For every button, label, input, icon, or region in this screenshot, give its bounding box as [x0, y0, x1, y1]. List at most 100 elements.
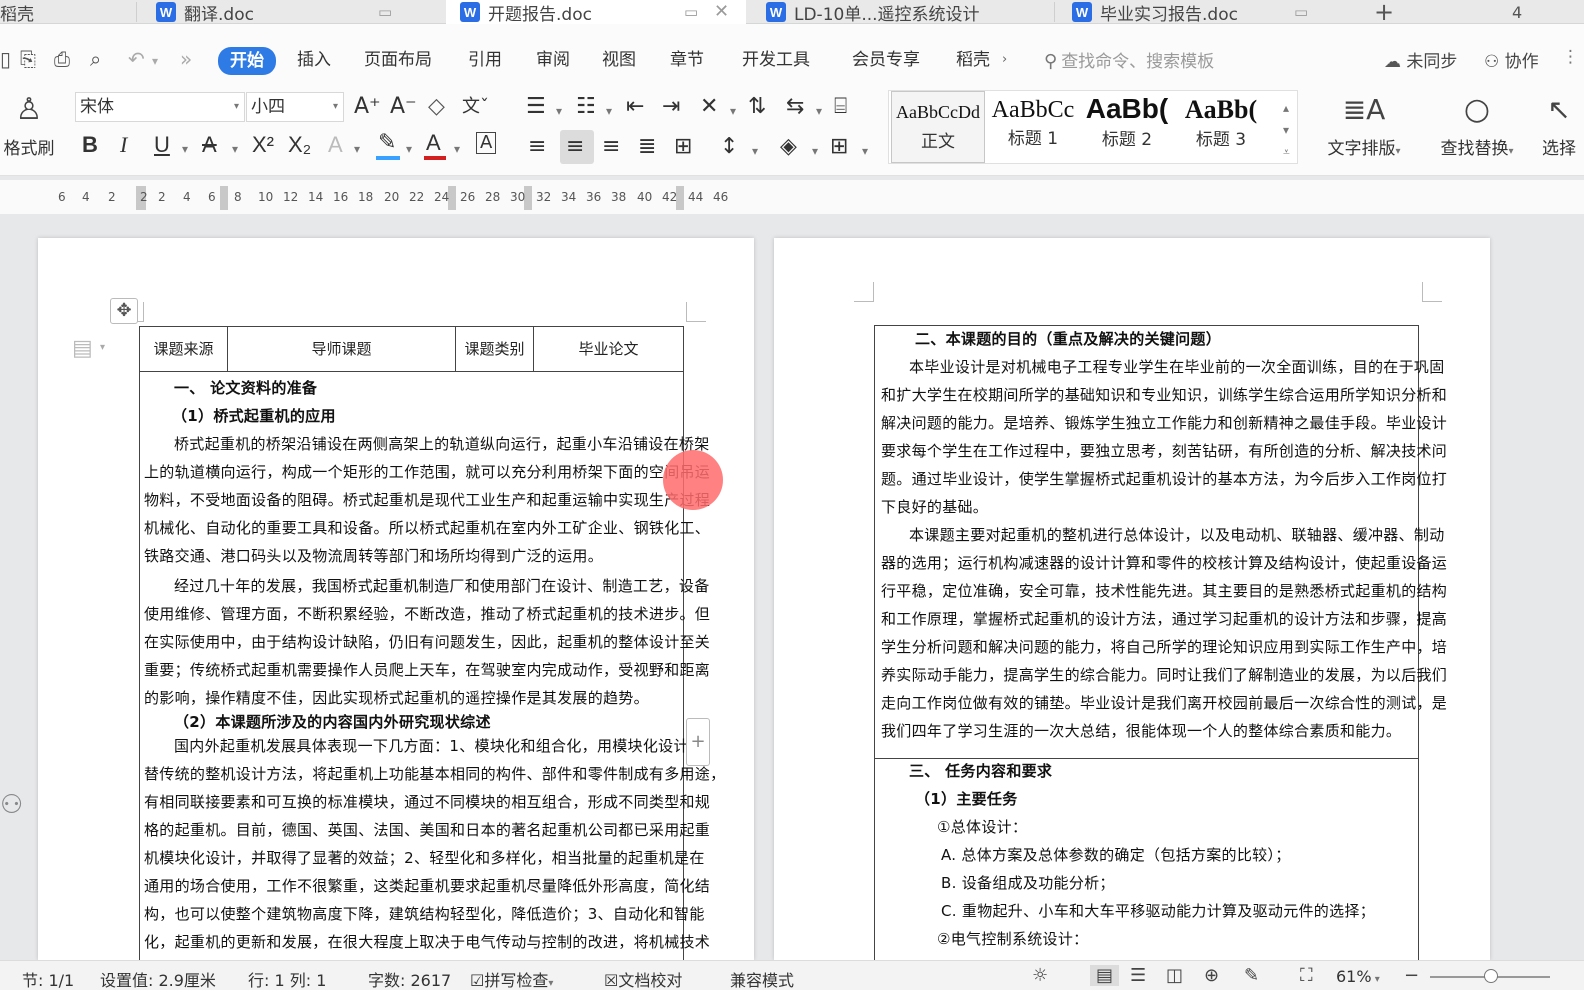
menu-insert[interactable]: 插入 [297, 48, 331, 72]
close-icon[interactable]: ✕ [714, 1, 729, 22]
paragraph-line[interactable]: 本课题主要对起重机的整机进行总体设计，以及电动机、联轴器、缓冲器、制动 [909, 524, 1445, 545]
status-row-col[interactable]: 行: 1 列: 1 [248, 967, 326, 990]
bullet-list-icon[interactable]: ☰ [526, 94, 546, 120]
numbered-list-icon[interactable]: ☷ [576, 94, 596, 120]
collab-button[interactable]: ⚇ 协作 [1484, 47, 1539, 72]
document-page-left[interactable]: ✥ ▤ ▾ 课题来源 导师课题 课题类别 毕业论文 一、 论文资料的准备 （1）桥… [38, 238, 754, 966]
shrink-font-icon[interactable]: A⁻ [390, 94, 417, 120]
font-color-icon[interactable]: A [426, 130, 441, 156]
paragraph-line[interactable]: A. 总体方案及总体参数的确定（包括方案的比较）； [941, 844, 1291, 865]
proofread-button[interactable]: ☒文档校对 [604, 967, 682, 990]
add-row-plus-icon[interactable]: + [686, 718, 710, 766]
page-view-icon[interactable]: ▤ [1090, 965, 1120, 986]
style-heading-3[interactable]: AaBb( 标题 3 [1175, 91, 1267, 163]
clear-format-icon[interactable]: ◇ [428, 94, 445, 120]
zoom-out-icon[interactable]: − [1404, 965, 1419, 986]
subscript-icon[interactable]: X₂ [288, 132, 311, 158]
zoom-slider-thumb[interactable] [1484, 969, 1498, 983]
decrease-indent-icon[interactable]: ⇤ [626, 94, 644, 120]
reading-view-icon[interactable]: ◫ [1166, 965, 1183, 986]
distribute-icon[interactable]: ⊞ [674, 134, 692, 160]
paragraph-line[interactable]: 机械化、自动化的重要工具和设备。所以桥式起重机在室内外工矿企业、钢铁化工、 [144, 517, 710, 538]
line-spacing-icon[interactable]: ↕ [720, 134, 738, 160]
paragraph-line[interactable]: 和扩大学生在校期间所学的基础知识和专业知识，训练学生综合运用所学知识分析和 [881, 384, 1447, 405]
strikethrough-icon[interactable]: A [202, 132, 217, 158]
paragraph-line[interactable]: 国内外起重机发展具体表现一下几方面：1、模块化和组合化，用模块化设计代 [174, 735, 704, 756]
chevron-down-icon[interactable]: ▾ [752, 144, 758, 158]
header-cell-source-label[interactable]: 课题来源 [140, 327, 228, 371]
paragraph-line[interactable]: 题。通过毕业设计，使学生掌握桥式起重机设计的基本方法，为今后步入工作岗位打 [881, 468, 1447, 489]
align-right-icon[interactable]: ≡ [602, 134, 620, 160]
menu-review[interactable]: 审阅 [536, 48, 570, 72]
header-cell-source-value[interactable]: 导师课题 [228, 327, 456, 371]
scroll-down-icon[interactable]: ▾ [1283, 123, 1289, 137]
undo-icon[interactable]: ↶ [128, 47, 145, 71]
outline-view-icon[interactable]: ☰ [1130, 965, 1146, 986]
grow-font-icon[interactable]: A⁺ [354, 94, 381, 120]
menu-daoke[interactable]: 稻壳 [956, 48, 998, 72]
italic-icon[interactable]: I [120, 132, 127, 158]
paragraph-line[interactable]: 本毕业设计是对机械电子工程专业学生在毕业前的一次全面训练，目的在于巩固 [909, 356, 1445, 377]
highlight-icon[interactable]: ✎ [378, 130, 396, 156]
status-word-count[interactable]: 字数: 2617 [368, 967, 451, 990]
scroll-up-icon[interactable]: ▴ [1283, 101, 1289, 115]
menu-member[interactable]: 会员专享 [852, 48, 920, 72]
font-name-select[interactable]: 宋体 ▾ [75, 92, 245, 122]
fit-page-icon[interactable]: ⛶ [1300, 965, 1313, 986]
proposal-table-continued[interactable]: 二、本课题的目的（重点及解决的关键问题） 本毕业设计是对机械电子工程专业学生在毕业… [874, 325, 1447, 965]
tab-count-badge[interactable]: 4 [1512, 0, 1552, 24]
font-size-select[interactable]: 小四 ▾ [246, 92, 344, 122]
align-center-icon[interactable]: ≡ [566, 134, 584, 160]
proposal-table[interactable]: 课题来源 导师课题 课题类别 毕业论文 一、 论文资料的准备 （1）桥式起重机的应… [139, 326, 725, 966]
paragraph-line[interactable]: 上的轨道横向运行，构成一个矩形的工作范围，就可以充分利用桥架下面的空间吊运 [144, 461, 710, 482]
chevron-down-icon[interactable]: ▾ [730, 104, 736, 118]
show-marks-icon[interactable]: ⌸ [834, 94, 847, 120]
style-normal[interactable]: AaBbCcDd 正文 [891, 91, 985, 163]
paragraph-line[interactable]: 桥式起重机的桥架沿铺设在两侧高架上的轨道纵向运行，起重小车沿铺设在桥架 [174, 433, 710, 454]
sync-button[interactable]: ☁ 未同步 [1384, 47, 1457, 72]
folder-icon[interactable]: ▯ [0, 47, 11, 71]
eye-protect-icon[interactable]: ☼ [1032, 965, 1048, 986]
paragraph-line[interactable]: 学生分析问题和解决问题的能力，将自己所学的理论知识应用到实际工作生产中，培 [881, 636, 1447, 657]
paragraph-line[interactable]: 养实际动手能力，提高学生的综合能力。同时让我们了解制造业的发展，为以后我们 [881, 664, 1447, 685]
paragraph-line[interactable]: 构，也可以使整个建筑物高度下降，建筑结构轻型化，降低造价；3、自动化和智能 [144, 903, 705, 924]
menu-page-layout[interactable]: 页面布局 [364, 48, 432, 72]
find-replace-button[interactable]: ○ 查找替换▾ [1432, 92, 1522, 159]
paragraph-line[interactable]: ②电气控制系统设计： [937, 928, 1088, 949]
paragraph-line[interactable]: 化，起重机的更新和发展，在很大程度上取决于电气传动与控制的改进，将机械技术 [144, 931, 710, 952]
tab-ld10-doc[interactable]: W LD-10单...遥控系统设计 [756, 0, 1052, 25]
status-section[interactable]: 节: 1/1 [22, 967, 74, 990]
justify-icon[interactable]: ≣ [638, 134, 656, 160]
paragraph-line[interactable]: ①总体设计： [937, 816, 1027, 837]
paragraph-line[interactable]: 走向工作岗位做有效的铺垫。毕业设计是我们离开校园前最后一次综合性的测试，是 [881, 692, 1447, 713]
paragraph-line[interactable]: 使用维修、管理方面，不断积累经验，不断改造，推动了桥式起重机的技术进步。但 [144, 603, 710, 624]
tab-daoke[interactable]: 稻壳 [0, 0, 135, 25]
header-cell-type-label[interactable]: 课题类别 [456, 327, 534, 371]
document-icon[interactable]: ▤ [72, 336, 93, 361]
zoom-level[interactable]: 61% ▾ [1336, 967, 1380, 986]
section-heading[interactable]: 二、本课题的目的（重点及解决的关键问题） [915, 328, 1221, 349]
new-tab-button[interactable]: + [1374, 0, 1398, 26]
superscript-icon[interactable]: X² [252, 132, 274, 158]
chevron-down-icon[interactable]: ▾ [406, 142, 412, 156]
paragraph-line[interactable]: 有相同联接要素和可互换的标准模块，通过不同模块的相互组合，形成不同类型和规 [144, 791, 710, 812]
shading-icon[interactable]: ◈ [780, 134, 797, 160]
tab-internship-doc[interactable]: W 毕业实习报告.doc ▭ [1062, 0, 1352, 25]
paragraph-line[interactable]: 替传统的整机设计方法，将起重机上功能基本相同的构件、部件和零件制成有多用途， [144, 763, 725, 784]
text-layout-button[interactable]: ≣A 文字排版▾ [1318, 92, 1410, 159]
paragraph-line[interactable]: C. 重物起升、小车和大车平移驱动能力计算及驱动元件的选择； [941, 900, 1375, 921]
pinyin-guide-icon[interactable]: 文ˇ [462, 94, 489, 120]
section-heading[interactable]: （1）主要任务 [915, 788, 1018, 809]
search-input[interactable]: 查找命令、搜索模板 [1061, 52, 1214, 72]
paragraph-line[interactable]: 行平稳，定位准确，安全可靠，技术性能先进。其主要目的是熟悉桥式起重机的结构 [881, 580, 1447, 601]
paragraph-line[interactable]: 物料，不受地面设备的阻碍。桥式起重机是现代工业生产和起重运输中实现生产过程 [144, 489, 710, 510]
web-view-icon[interactable]: ⊕ [1204, 965, 1219, 986]
chevron-down-icon[interactable]: ▾ [182, 142, 188, 156]
paragraph-line[interactable]: 铁路交通、港口码头以及物流周转等部门和场所均得到广泛的运用。 [144, 545, 603, 566]
paragraph-line[interactable]: 的影响，操作精度不佳，因此实现桥式起重机的遥控操作是其发展的趋势。 [144, 687, 649, 708]
chevron-down-icon[interactable]: ▾ [556, 104, 562, 118]
menu-home[interactable]: 开始 [218, 47, 276, 75]
style-heading-2[interactable]: AaBb( 标题 2 [1081, 91, 1173, 163]
paragraph-line[interactable]: 通用的场合使用，工作不很繁重，这类起重机要求起重机尽量降低外形高度，简化结 [144, 875, 710, 896]
print-icon[interactable]: ⎙ [54, 47, 70, 71]
